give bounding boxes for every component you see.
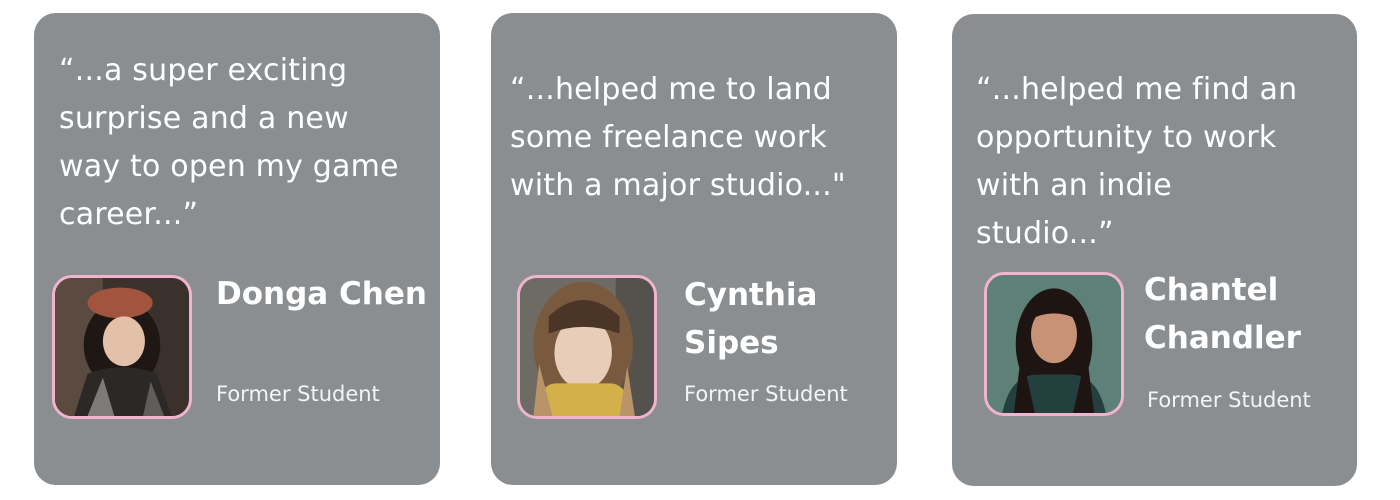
- person-name: Donga Chen: [216, 276, 427, 312]
- testimonial-card: “...helped me to land some freelance wor…: [491, 13, 897, 485]
- avatar: [52, 275, 192, 419]
- testimonial-quote: “...helped me to land some freelance wor…: [510, 72, 846, 203]
- testimonial-card: “...a super exciting surprise and a new …: [34, 13, 440, 485]
- person-name: Cynthia Sipes: [684, 277, 818, 361]
- person-role: Former Student: [1147, 388, 1311, 412]
- person-photo-icon: [520, 278, 654, 416]
- testimonial-card: “...helped me find an opportunity to wor…: [952, 14, 1357, 486]
- person-photo-icon: [55, 278, 189, 416]
- person-name: Chantel Chandler: [1144, 272, 1301, 356]
- person-role: Former Student: [216, 382, 380, 406]
- avatar: [984, 272, 1124, 416]
- testimonial-quote: “...helped me find an opportunity to wor…: [976, 72, 1298, 251]
- testimonial-quote: “...a super exciting surprise and a new …: [59, 53, 399, 232]
- avatar: [517, 275, 657, 419]
- person-photo-icon: [987, 275, 1121, 413]
- person-role: Former Student: [684, 382, 848, 406]
